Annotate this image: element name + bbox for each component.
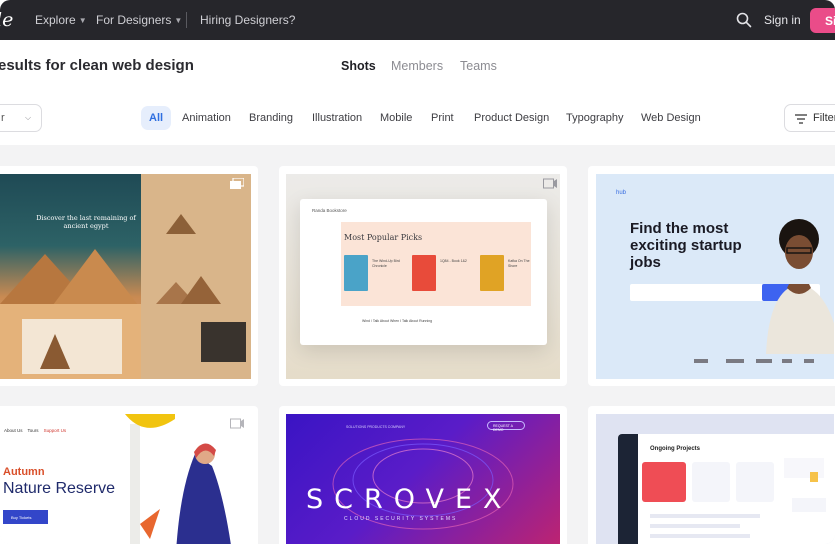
top-navigation: le Explore▼ For Designers▼ Hiring Design… (0, 0, 835, 40)
category-animation[interactable]: Animation (182, 112, 231, 124)
category-typography[interactable]: Typography (566, 112, 623, 124)
bookstore-window: Randa Bookstore Most Popular Picks The W… (300, 199, 547, 345)
nav-hiring-designers[interactable]: Hiring Designers? (200, 13, 295, 27)
sort-dropdown[interactable]: r ⌵ (0, 104, 42, 132)
egypt-headline: Discover the last remaining of ancient e… (36, 214, 136, 230)
book-cover (412, 255, 436, 291)
desert-illustration (0, 249, 141, 379)
nav-explore[interactable]: Explore ▼ (35, 13, 87, 27)
filters-button[interactable]: Filter (784, 104, 835, 132)
category-product-design[interactable]: Product Design (474, 112, 549, 124)
shot-card-autumn[interactable]: About Us Tours Support Us Autumn Nature … (0, 406, 258, 544)
shot-card-dashboard[interactable]: Ongoing Projects (588, 406, 835, 544)
person-photo (766, 219, 834, 354)
category-mobile[interactable]: Mobile (380, 112, 412, 124)
shot-thumbnail: hub Find the most exciting startup jobs (596, 174, 834, 379)
nav-for-designers-label: For Designers (96, 13, 172, 27)
multi-shot-icon (543, 178, 557, 189)
nav-divider (186, 12, 187, 28)
shot-card-bookstore[interactable]: Randa Bookstore Most Popular Picks The W… (279, 166, 567, 386)
category-illustration[interactable]: Illustration (312, 112, 362, 124)
hub-headline: Find the most exciting startup jobs (630, 220, 742, 271)
sign-up-button[interactable]: Si (810, 8, 835, 33)
shot-thumbnail: Randa Bookstore Most Popular Picks The W… (286, 174, 560, 379)
nav-for-designers[interactable]: For Designers ▼ (96, 13, 182, 27)
book-title: 1Q84 - Book 1&2 (440, 259, 467, 263)
tab-teams[interactable]: Teams (460, 59, 497, 73)
shot-thumbnail: Discover the last remaining of ancient e… (0, 174, 251, 379)
book-cover (480, 255, 504, 291)
autumn-nav-item: Support Us (43, 428, 67, 433)
tab-shots[interactable]: Shots (341, 59, 376, 73)
shot-thumbnail: About Us Tours Support Us Autumn Nature … (0, 414, 251, 544)
category-all[interactable]: All (141, 106, 172, 130)
site-logo[interactable]: le (0, 9, 13, 31)
pyramid-illustrations (156, 214, 246, 362)
now-playing: Wind / Talk About When I Talk About Runn… (362, 319, 433, 323)
autumn-nav-item: About Us (4, 428, 23, 433)
scrovex-nav: SOLUTIONS PRODUCTS COMPANY (346, 425, 406, 429)
partner-logos (694, 359, 814, 363)
book-title: Kafka On The Shore (508, 259, 530, 268)
scrovex-request-demo: REQUEST A DEMO (487, 421, 525, 432)
search-icon[interactable] (736, 12, 752, 28)
popular-title: Most Popular Picks (344, 233, 423, 242)
multi-shot-icon (230, 178, 244, 189)
scrovex-shape (332, 438, 514, 530)
sign-in-link[interactable]: Sign in (764, 13, 801, 27)
book-cover (344, 255, 368, 291)
nav-explore-label: Explore (35, 13, 76, 27)
autumn-headline: Nature Reserve (3, 480, 116, 497)
category-web-design[interactable]: Web Design (641, 112, 701, 124)
bookstore-header: Randa Bookstore (312, 208, 347, 213)
shot-card-scrovex[interactable]: SOLUTIONS PRODUCTS COMPANY REQUEST A DEM… (279, 406, 567, 544)
shot-card-egypt[interactable]: Discover the last remaining of ancient e… (0, 166, 258, 386)
category-branding[interactable]: Branding (249, 112, 293, 124)
chevron-down-icon: ▼ (78, 16, 87, 25)
dashboard-details (650, 458, 826, 538)
autumn-illustration (125, 414, 231, 544)
category-print[interactable]: Print (431, 112, 454, 124)
page-title: esults for clean web design (0, 57, 194, 74)
dribbble-search-page: le Explore▼ For Designers▼ Hiring Design… (0, 0, 835, 544)
filter-icon (795, 114, 807, 124)
scrovex-title: SCROVEX (306, 484, 513, 515)
shot-card-hub[interactable]: hub Find the most exciting startup jobs (588, 166, 835, 386)
scrovex-subtitle: CLOUD SECURITY SYSTEMS (344, 516, 458, 522)
egypt-side-panels (141, 174, 251, 379)
chevron-down-icon: ▼ (174, 16, 183, 25)
multi-shot-icon (230, 418, 244, 429)
egypt-hero: Discover the last remaining of ancient e… (0, 174, 141, 379)
chevron-down-icon: ⌵ (25, 113, 32, 122)
shot-thumbnail: Ongoing Projects (596, 414, 834, 544)
hub-logo: hub (616, 190, 627, 196)
book-title: The Wind-Up Bird Chronicle (372, 259, 400, 268)
autumn-cta: Buy Tickets (3, 510, 48, 524)
tab-members[interactable]: Members (391, 59, 443, 73)
autumn-nav-item: Tours (27, 428, 39, 433)
autumn-nav: About Us Tours Support Us (4, 428, 66, 433)
sort-dropdown-value: r (1, 112, 5, 124)
filters-button-label: Filter (813, 112, 835, 124)
autumn-label: Autumn (3, 466, 45, 478)
shot-thumbnail: SOLUTIONS PRODUCTS COMPANY REQUEST A DEM… (286, 414, 560, 544)
